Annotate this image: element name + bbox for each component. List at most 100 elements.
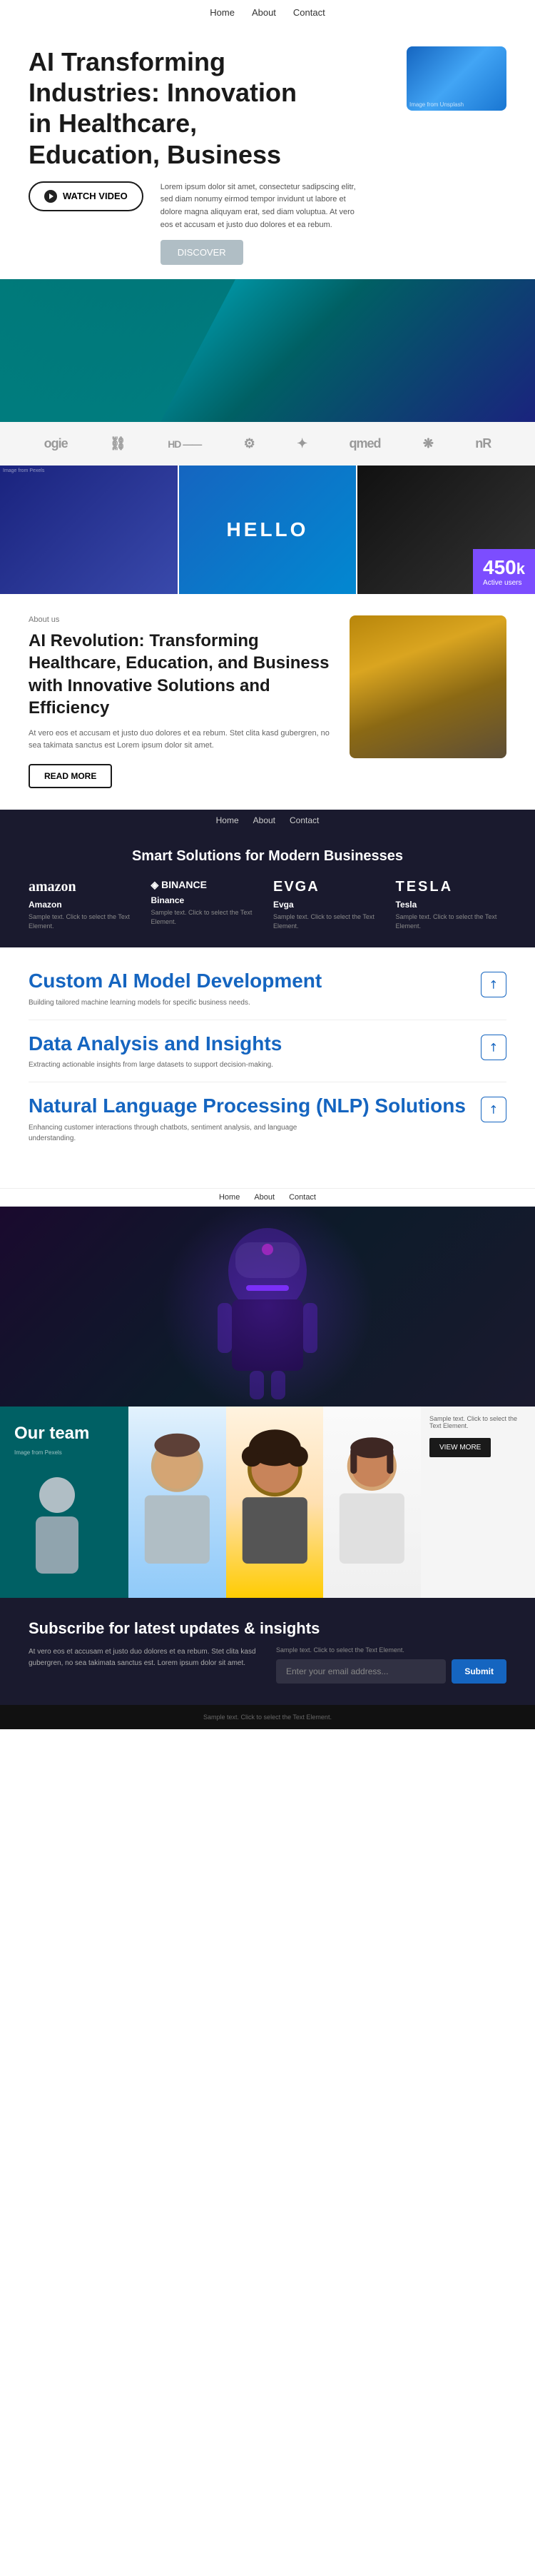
hero-section: AI Transforming Industries: Innovation i…	[0, 25, 535, 279]
arrow-icon-1: ↗	[485, 976, 502, 993]
robot-illustration	[350, 615, 506, 758]
service-2-desc: Extracting actionable insights from larg…	[29, 1060, 314, 1070]
logo-chain: ⛓	[110, 436, 126, 451]
service-1: Custom AI Model Development Building tai…	[29, 969, 506, 1020]
amazon-desc: Sample text. Click to select the Text El…	[29, 912, 140, 930]
about-section: About us AI Revolution: Transforming Hea…	[0, 594, 535, 810]
team-photos	[128, 1407, 421, 1598]
logo-qmed: qmed	[350, 436, 381, 451]
service-1-desc: Building tailored machine learning model…	[29, 997, 314, 1008]
partners-title: Smart Solutions for Modern Businesses	[29, 848, 506, 865]
watch-video-button[interactable]: WATCH VIDEO	[29, 181, 143, 211]
partner-tesla: TESLA Tesla Sample text. Click to select…	[396, 879, 507, 930]
gallery-item-2: HELLO	[179, 466, 357, 594]
submit-button[interactable]: Submit	[452, 1659, 506, 1684]
team-sublabel: Image from Pexels	[14, 1449, 114, 1456]
dark-nav: Home About Contact	[0, 810, 535, 831]
partners-grid: amazon Amazon Sample text. Click to sele…	[29, 879, 506, 930]
team-section: Our team Image from Pexels	[0, 1407, 535, 1598]
partner-binance: ◈ BINANCE Binance Sample text. Click to …	[151, 879, 263, 930]
logo-hd: HD ——	[168, 438, 201, 450]
partner-evga: EVGA Evga Sample text. Click to select t…	[273, 879, 384, 930]
team-member-woman	[323, 1407, 421, 1598]
arrow-icon-3: ↗	[485, 1102, 502, 1119]
gallery-section: Image from Pexels HELLO 450k Active user…	[0, 466, 535, 594]
team-member-female-curly	[226, 1407, 324, 1598]
nav-contact[interactable]: Contact	[293, 7, 325, 18]
nav-about[interactable]: About	[252, 7, 276, 18]
service-2: Data Analysis and Insights Extracting ac…	[29, 1032, 506, 1083]
subscribe-sample: Sample text. Click to select the Text El…	[276, 1646, 506, 1654]
gallery-img-label: Image from Pexels	[3, 468, 44, 473]
email-input[interactable]	[276, 1659, 446, 1684]
service-3-title: Natural Language Processing (NLP) Soluti…	[29, 1094, 472, 1118]
services-section: Custom AI Model Development Building tai…	[0, 947, 535, 1188]
hero-body-text: Lorem ipsum dolor sit amet, consectetur …	[160, 181, 360, 231]
about-title: AI Revolution: Transforming Healthcare, …	[29, 630, 332, 719]
partner-amazon: amazon Amazon Sample text. Click to sele…	[29, 879, 140, 930]
mini-nav: Home About Contact	[0, 1188, 535, 1207]
evga-logo: EVGA	[273, 879, 384, 895]
discover-button[interactable]: DISCOVER	[160, 240, 243, 265]
arrow-icon-2: ↗	[485, 1039, 502, 1056]
service-2-title: Data Analysis and Insights	[29, 1032, 472, 1056]
dark-nav-about[interactable]: About	[253, 815, 275, 825]
binance-desc: Sample text. Click to select the Text El…	[151, 908, 263, 926]
subscribe-title: Subscribe for latest updates & insights	[29, 1619, 506, 1638]
read-more-button[interactable]: READ MORE	[29, 764, 112, 788]
logo-bb: ❋	[423, 436, 433, 451]
team-label-box: Our team Image from Pexels	[0, 1407, 128, 1598]
binance-logo: ◈ BINANCE	[151, 879, 263, 891]
logo-gear: ⚙	[244, 436, 255, 451]
footer: Sample text. Click to select the Text El…	[0, 1705, 535, 1729]
partners-section: Smart Solutions for Modern Businesses am…	[0, 831, 535, 947]
logo-ogie: ogie	[44, 436, 68, 451]
service-1-arrow[interactable]: ↗	[481, 972, 506, 997]
dark-nav-contact[interactable]: Contact	[290, 815, 319, 825]
binance-name: Binance	[151, 895, 263, 905]
mini-nav-contact[interactable]: Contact	[289, 1193, 316, 1202]
service-1-title: Custom AI Model Development	[29, 969, 472, 993]
play-icon	[44, 190, 57, 203]
gallery-item-1: Image from Pexels	[0, 466, 178, 594]
mini-nav-home[interactable]: Home	[219, 1193, 240, 1202]
stat-k: k	[516, 560, 525, 578]
vr-banner	[0, 279, 535, 422]
about-robot-image	[350, 615, 506, 758]
stat-number: 450k	[483, 556, 525, 579]
team-extra-text: Sample text. Click to select the Text El…	[429, 1415, 526, 1429]
tesla-name: Tesla	[396, 900, 507, 910]
robot-section	[0, 1207, 535, 1407]
service-3-arrow[interactable]: ↗	[481, 1097, 506, 1122]
amazon-logo: amazon	[29, 879, 140, 895]
main-nav: Home About Contact	[0, 0, 535, 25]
logo-nr: nR	[475, 436, 491, 451]
view-more-button[interactable]: VIEW MORE	[429, 1438, 491, 1457]
evga-name: Evga	[273, 900, 384, 910]
logo-star: ✦	[297, 436, 307, 451]
hero-image: Image from Unsplash	[407, 46, 506, 111]
about-label: About us	[29, 615, 332, 624]
stat-label: Active users	[483, 579, 525, 587]
subscribe-desc: At vero eos et accusam et justo duo dolo…	[29, 1646, 259, 1669]
team-extra-box: Sample text. Click to select the Text El…	[421, 1407, 535, 1598]
nav-home[interactable]: Home	[210, 7, 235, 18]
tesla-desc: Sample text. Click to select the Text El…	[396, 912, 507, 930]
service-3-desc: Enhancing customer interactions through …	[29, 1122, 314, 1144]
team-member-small	[14, 1470, 100, 1577]
footer-text: Sample text. Click to select the Text El…	[29, 1714, 506, 1721]
logos-section: ogie ⛓ HD —— ⚙ ✦ qmed ❋ nR	[0, 422, 535, 466]
hello-text: HELLO	[227, 518, 309, 541]
dark-nav-home[interactable]: Home	[216, 815, 239, 825]
mini-nav-about[interactable]: About	[254, 1193, 275, 1202]
amazon-name: Amazon	[29, 900, 140, 910]
service-2-arrow[interactable]: ↗	[481, 1035, 506, 1060]
about-desc: At vero eos et accusam et justo duo dolo…	[29, 728, 332, 753]
evga-desc: Sample text. Click to select the Text El…	[273, 912, 384, 930]
team-member-male	[128, 1407, 226, 1598]
hero-image-label: Image from Unsplash	[409, 101, 464, 108]
gallery-item-3: 450k Active users	[357, 466, 535, 594]
subscribe-section: Subscribe for latest updates & insights …	[0, 1598, 535, 1705]
team-label: Our team	[14, 1424, 114, 1444]
tesla-logo: TESLA	[396, 879, 507, 895]
